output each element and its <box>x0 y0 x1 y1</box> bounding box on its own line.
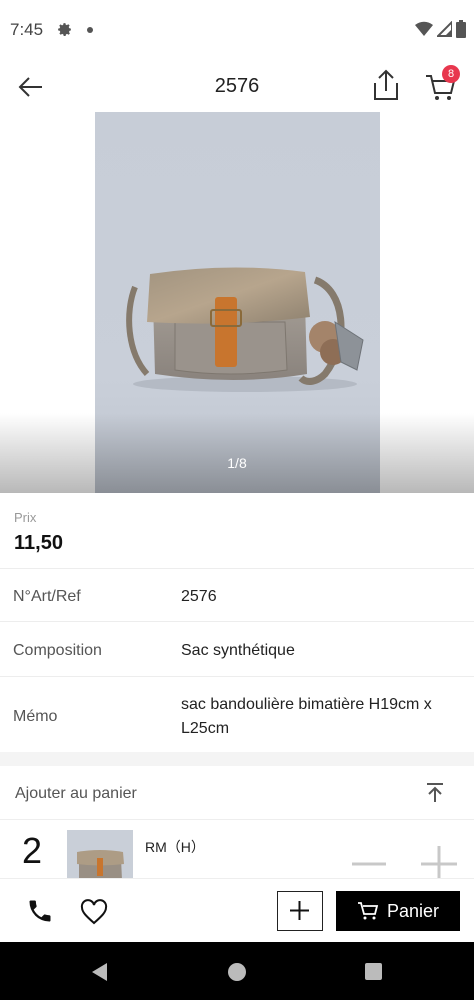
app-header: 2576 8 <box>0 60 474 112</box>
cart-item-row: 2 RM（H） <box>0 820 474 878</box>
heart-icon[interactable] <box>80 899 108 925</box>
item-name: RM（H） <box>145 839 205 855</box>
signal-icon <box>437 21 452 37</box>
plus-icon[interactable] <box>421 846 457 878</box>
product-gallery[interactable]: 1/8 <box>0 112 474 493</box>
bag-thumbnail-illustration <box>77 850 124 878</box>
gear-icon <box>58 23 71 37</box>
bottom-action-bar: Panier <box>0 878 474 942</box>
item-thumbnail <box>67 830 133 878</box>
price-value: 11,50 <box>14 532 63 554</box>
price-label: Prix <box>14 510 37 525</box>
status-right-icons <box>415 20 466 38</box>
detail-label: Mémo <box>13 708 58 725</box>
nav-home-icon[interactable] <box>228 963 246 981</box>
detail-row-composition: Composition Sac synthétique <box>0 621 474 676</box>
detail-value: 2576 <box>181 588 217 605</box>
detail-value: Sac synthétique <box>181 642 295 659</box>
status-time: 7:45 <box>10 20 44 39</box>
system-nav-bar <box>0 942 474 1000</box>
minus-icon[interactable] <box>352 852 386 878</box>
add-to-cart-title: Ajouter au panier <box>15 785 137 802</box>
notification-dot <box>87 27 93 33</box>
gallery-overlay <box>0 413 474 493</box>
price-section: Prix 11,50 <box>0 493 474 568</box>
plus-icon <box>290 901 309 920</box>
page-title: 2576 <box>214 75 260 97</box>
detail-label: N°Art/Ref <box>13 588 81 605</box>
cart-icon <box>357 902 379 920</box>
collapse-top-icon[interactable] <box>424 782 446 804</box>
battery-icon <box>456 20 466 38</box>
detail-row-reference: N°Art/Ref 2576 <box>0 568 474 621</box>
panier-button[interactable]: Panier <box>336 891 460 931</box>
add-to-cart-header[interactable]: Ajouter au panier <box>0 766 474 820</box>
detail-row-memo: Mémo sac bandoulière bimatière H19cm x L… <box>0 676 474 752</box>
nav-recents-icon[interactable] <box>365 963 382 980</box>
nav-back-icon[interactable] <box>89 962 109 982</box>
share-icon[interactable] <box>370 68 402 102</box>
wifi-icon <box>415 21 433 36</box>
item-quantity: 2 <box>22 830 43 871</box>
gallery-counter: 1/8 <box>227 455 247 471</box>
status-bar: 7:45 <box>0 0 474 60</box>
phone-icon[interactable] <box>26 897 54 925</box>
detail-label: Composition <box>13 642 102 659</box>
detail-value: sac bandoulière bimatière H19cm x L25cm <box>181 696 432 737</box>
panier-label: Panier <box>386 900 440 921</box>
cart-count-badge: 8 <box>442 65 460 83</box>
add-quantity-button[interactable] <box>277 891 323 931</box>
section-divider <box>0 752 474 766</box>
